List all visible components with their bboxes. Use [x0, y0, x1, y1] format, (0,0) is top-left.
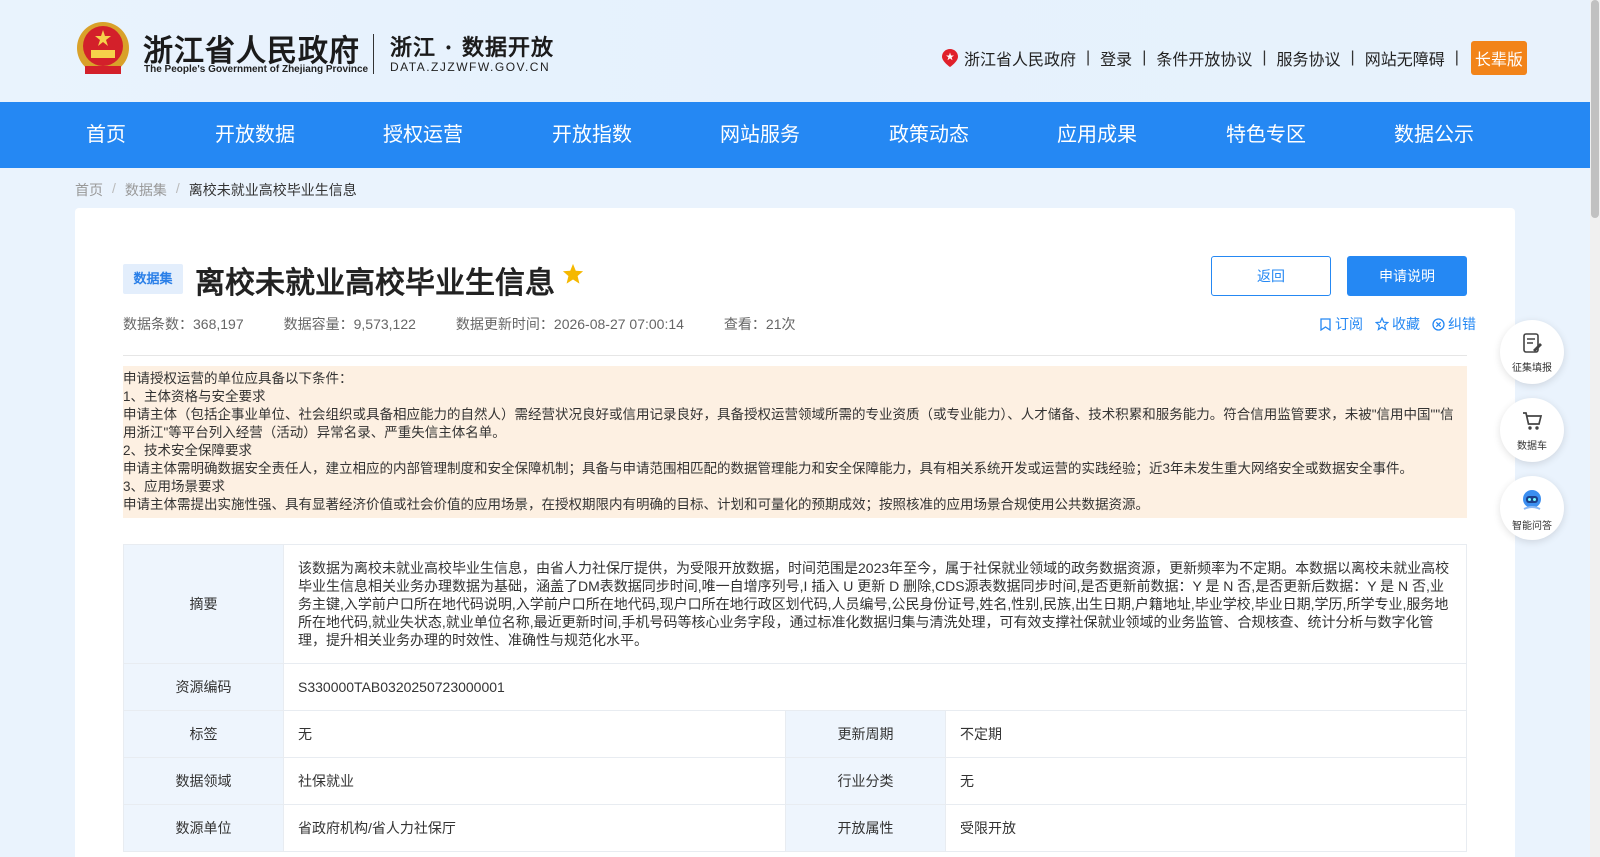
link-separator: |	[1350, 49, 1355, 66]
notice-line: 申请主体需明确数据安全责任人，建立相应的内部管理制度和安全保障机制；具备与申请范…	[123, 461, 1414, 476]
notice-line: 2、技术安全保障要求	[123, 443, 253, 458]
notice-line: 申请主体（包括企事业单位、社会组织或具备相应能力的自然人）需经营状况良好或信用记…	[123, 407, 1454, 440]
nav-item-site-services[interactable]: 网站服务	[720, 102, 800, 168]
national-emblem-icon	[77, 22, 129, 74]
code-value: S330000TAB0320250723000001	[283, 663, 1467, 711]
location-pin-icon	[942, 49, 958, 67]
elder-mode-button[interactable]: 长辈版	[1470, 41, 1527, 75]
link-conditional-agreement[interactable]: 条件开放协议	[1156, 46, 1252, 70]
main-nav: 首页 开放数据 授权运营 开放指数 网站服务 政策动态 应用成果 特色专区 数据…	[0, 102, 1590, 168]
gov-name-en: The People's Government of Zhejiang Prov…	[144, 64, 369, 75]
star-outline-icon	[1375, 317, 1389, 331]
nav-item-policy[interactable]: 政策动态	[889, 102, 969, 168]
site-domain: DATA.ZJZWFW.GOV.CN	[390, 60, 551, 74]
notice-line: 1、主体资格与安全要求	[123, 389, 266, 404]
qa-label: 智能问答	[1512, 521, 1552, 532]
code-label: 资源编码	[123, 663, 284, 711]
back-button[interactable]: 返回	[1211, 256, 1331, 296]
collect-float-button[interactable]: 征集填报	[1500, 320, 1564, 384]
qa-float-button[interactable]: 智能问答	[1500, 476, 1564, 540]
apply-info-button[interactable]: 申请说明	[1347, 256, 1467, 296]
link-gov[interactable]: 浙江省人民政府	[964, 46, 1076, 70]
correct-action[interactable]: 纠错	[1432, 314, 1476, 334]
top-links: 浙江省人民政府 | 登录 | 条件开放协议 | 服务协议 | 网站无障碍 | 长…	[942, 41, 1527, 75]
bookmark-icon	[1320, 317, 1331, 331]
meta-updated: 数据更新时间：2026-08-27 07:00:14	[455, 316, 684, 332]
dataset-meta: 数据条数：368,197 数据容量：9,573,122 数据更新时间：2026-…	[123, 314, 835, 334]
robot-assistant-icon	[1523, 490, 1541, 510]
top-header: 浙江省人民政府 The People's Government of Zheji…	[0, 0, 1590, 102]
scrollbar-thumb[interactable]	[1591, 0, 1599, 218]
breadcrumb-current: 离校未就业高校毕业生信息	[188, 182, 357, 198]
cart-float-button[interactable]: 数据车	[1500, 398, 1564, 462]
dataset-info-table: 摘要 该数据为离校未就业高校毕业生信息，由省人力社保厅提供，为受限开放数据，时间…	[123, 544, 1467, 852]
dataset-type-badge: 数据集	[123, 264, 183, 294]
favorite-label: 收藏	[1392, 316, 1420, 332]
page-scrollbar[interactable]	[1590, 0, 1600, 857]
link-separator: |	[1086, 49, 1091, 66]
divider	[123, 355, 1467, 356]
collect-label: 征集填报	[1512, 363, 1552, 374]
favorite-action[interactable]: 收藏	[1375, 314, 1420, 334]
cycle-value: 不定期	[945, 710, 1467, 758]
nav-item-open-index[interactable]: 开放指数	[552, 102, 632, 168]
industry-value: 无	[945, 757, 1467, 805]
abstract-value: 该数据为离校未就业高校毕业生信息，由省人力社保厅提供，为受限开放数据，时间范围是…	[283, 544, 1467, 664]
application-notice: 申请授权运营的单位应具备以下条件： 1、主体资格与安全要求 申请主体（包括企事业…	[123, 366, 1467, 518]
source-label: 数源单位	[123, 804, 284, 852]
cycle-label: 更新周期	[785, 710, 946, 758]
notice-line: 申请主体需提出实施性强、具有显著经济价值或社会价值的应用场景，在授权期限内有明确…	[123, 497, 1149, 512]
header-divider	[373, 34, 374, 74]
source-value: 省政府机构/省人力社保厅	[283, 804, 786, 852]
nav-item-open-data[interactable]: 开放数据	[215, 102, 295, 168]
breadcrumb-separator: /	[112, 180, 116, 196]
nav-item-authorized-ops[interactable]: 授权运营	[383, 102, 463, 168]
nav-item-applications[interactable]: 应用成果	[1057, 102, 1137, 168]
link-service-agreement[interactable]: 服务协议	[1277, 46, 1341, 70]
table-row: 数据领域 社保就业 行业分类 无	[123, 757, 1467, 805]
abstract-label: 摘要	[123, 544, 284, 664]
nav-item-special-zone[interactable]: 特色专区	[1226, 102, 1306, 168]
domain-value: 社保就业	[283, 757, 786, 805]
table-row: 标签 无 更新周期 不定期	[123, 710, 1467, 758]
cart-icon	[1523, 412, 1543, 430]
open-label: 开放属性	[785, 804, 946, 852]
form-edit-icon	[1523, 333, 1542, 353]
dataset-actions: 订阅 收藏 纠错	[1307, 314, 1476, 334]
subscribe-action[interactable]: 订阅	[1319, 314, 1363, 334]
tag-label: 标签	[123, 710, 284, 758]
link-login[interactable]: 登录	[1100, 46, 1132, 70]
breadcrumb-separator: /	[175, 180, 180, 196]
table-row: 资源编码 S330000TAB0320250723000001	[123, 663, 1467, 711]
cart-label: 数据车	[1517, 441, 1547, 452]
domain-label: 数据领域	[123, 757, 284, 805]
breadcrumb: 首页 / 数据集 / 离校未就业高校毕业生信息	[75, 180, 357, 200]
link-separator: |	[1262, 49, 1267, 66]
link-accessibility[interactable]: 网站无障碍	[1365, 46, 1445, 70]
table-row: 摘要 该数据为离校未就业高校毕业生信息，由省人力社保厅提供，为受限开放数据，时间…	[123, 544, 1467, 664]
meta-views: 查看：21次	[723, 316, 796, 332]
open-value: 受限开放	[945, 804, 1467, 852]
site-name-cn: 浙江 · 数据开放	[390, 35, 554, 61]
page-title: 离校未就业高校毕业生信息	[195, 267, 555, 300]
link-separator: |	[1454, 49, 1459, 66]
link-separator: |	[1142, 49, 1147, 66]
star-icon	[562, 263, 584, 284]
notice-line: 3、应用场景要求	[123, 479, 226, 494]
breadcrumb-home[interactable]: 首页	[75, 180, 103, 200]
meta-capacity: 数据容量：9,573,122	[283, 316, 416, 332]
nav-item-data-publicity[interactable]: 数据公示	[1394, 102, 1474, 168]
meta-rows: 数据条数：368,197	[123, 316, 244, 332]
table-row: 数源单位 省政府机构/省人力社保厅 开放属性 受限开放	[123, 804, 1467, 852]
dataset-card: 数据集 离校未就业高校毕业生信息 返回 申请说明 数据条数：368,197 数据…	[75, 208, 1515, 857]
industry-label: 行业分类	[785, 757, 946, 805]
nav-item-home[interactable]: 首页	[86, 102, 126, 168]
notice-line: 申请授权运营的单位应具备以下条件：	[123, 371, 353, 386]
subscribe-label: 订阅	[1335, 316, 1363, 332]
tag-value: 无	[283, 710, 786, 758]
error-report-icon	[1432, 317, 1445, 331]
breadcrumb-datasets[interactable]: 数据集	[125, 180, 167, 200]
correct-label: 纠错	[1448, 316, 1476, 332]
